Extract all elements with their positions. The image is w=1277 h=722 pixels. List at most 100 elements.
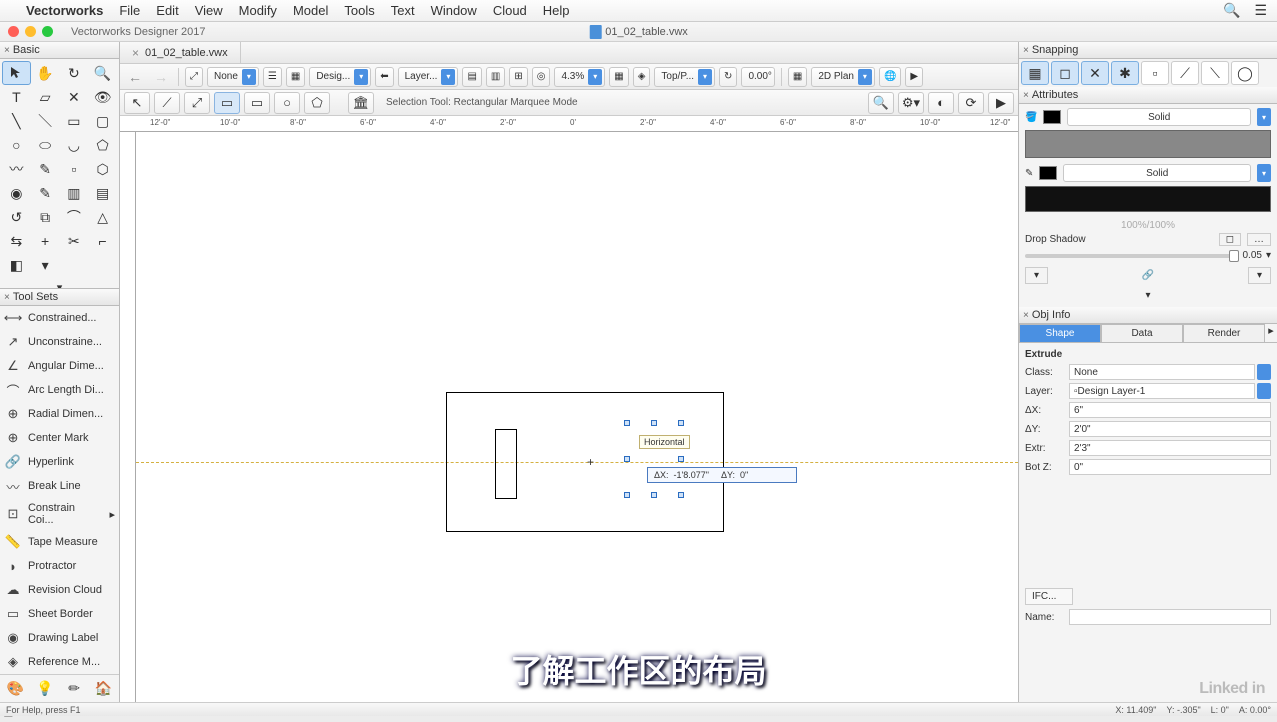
toolset-tape[interactable]: 📏Tape Measure xyxy=(0,530,119,554)
plane-button[interactable]: ◈ xyxy=(633,67,651,87)
settings-button[interactable]: ⚙▾ xyxy=(898,92,924,114)
toolset-tab-1[interactable]: 🎨 xyxy=(2,677,29,699)
extrude-tool[interactable]: ▤ xyxy=(88,181,117,205)
rotate-view-button[interactable]: ↻ xyxy=(719,67,737,87)
class-options-button[interactable]: ☰ xyxy=(263,67,282,87)
mode-7-button[interactable]: ⬠ xyxy=(304,92,330,114)
pref-2-button[interactable]: ⟳ xyxy=(958,92,984,114)
reshape-tool[interactable]: ▱ xyxy=(31,85,60,109)
fill-type-select[interactable]: Solid xyxy=(1067,108,1251,126)
marker-end-button[interactable]: ▾ xyxy=(1248,267,1271,284)
polygon-tool[interactable]: ⬠ xyxy=(88,133,117,157)
zoom-window-button[interactable] xyxy=(42,26,53,37)
mode-6-button[interactable]: ○ xyxy=(274,92,300,114)
mode-marquee-button[interactable]: ▭ xyxy=(214,92,240,114)
toolset-unconstrained[interactable]: ↗Unconstraine... xyxy=(0,330,119,354)
snap-intersect-button[interactable]: ✱ xyxy=(1111,61,1139,85)
chevron-down-icon[interactable]: ▾ xyxy=(1257,108,1271,126)
dx-field[interactable]: 6" xyxy=(1069,402,1271,418)
snap-distance-button[interactable]: ⟋ xyxy=(1171,61,1199,85)
menu-text[interactable]: Text xyxy=(391,3,415,18)
polyline-tool[interactable]: 〰 xyxy=(2,157,31,181)
menu-window[interactable]: Window xyxy=(431,3,477,18)
unified-view-button[interactable]: ▦ xyxy=(788,67,807,87)
toolset-breakline[interactable]: 〰Break Line xyxy=(0,474,119,498)
toolset-tab-3[interactable]: ✏ xyxy=(61,677,88,699)
sel-handle[interactable] xyxy=(678,492,684,498)
close-icon[interactable]: × xyxy=(1023,310,1029,321)
toolset-arclength[interactable]: ⌒Arc Length Di... xyxy=(0,378,119,402)
mode-2-button[interactable]: ⟋ xyxy=(154,92,180,114)
zoom-select[interactable]: 4.3%▾ xyxy=(554,67,605,87)
tab-close-icon[interactable]: × xyxy=(132,46,139,60)
saved-views-button[interactable]: ▤ xyxy=(462,67,481,87)
shadow-settings-button[interactable]: … xyxy=(1247,233,1271,246)
fillet-tool[interactable]: ⌒ xyxy=(60,205,89,229)
mode-3-button[interactable]: ⤢ xyxy=(184,92,210,114)
projection-select[interactable]: 2D Plan▾ xyxy=(811,67,875,87)
visibility-tool[interactable]: 👁 xyxy=(88,85,117,109)
wall-tool[interactable]: ▥ xyxy=(60,181,89,205)
toolset-constrained[interactable]: ⟷Constrained... xyxy=(0,306,119,330)
xray-button[interactable]: 🔍 xyxy=(868,92,894,114)
snap-angle-button[interactable]: ✕ xyxy=(1081,61,1109,85)
design-layer-select[interactable]: Desig...▾ xyxy=(309,67,371,87)
ifc-button[interactable]: IFC... xyxy=(1025,588,1073,605)
minimize-window-button[interactable] xyxy=(25,26,36,37)
zoom-in-button[interactable]: ▦ xyxy=(609,67,628,87)
link-icon[interactable]: 🔗 xyxy=(1054,270,1242,281)
snap-grid-button[interactable]: ▦ xyxy=(1021,61,1049,85)
close-icon[interactable]: × xyxy=(4,292,10,303)
spotlight-icon[interactable]: 🔍 xyxy=(1223,2,1240,19)
pref-3-button[interactable]: ▶ xyxy=(988,92,1014,114)
back-button[interactable]: ← xyxy=(124,69,146,85)
mode-wall-button[interactable]: 🏛 xyxy=(348,92,374,114)
chevron-down-icon[interactable] xyxy=(1257,364,1271,380)
fit-button[interactable]: ⤢ xyxy=(185,67,203,87)
chamfer-tool[interactable]: △ xyxy=(88,205,117,229)
tab-shape[interactable]: Shape xyxy=(1019,324,1101,342)
chevron-down-icon[interactable]: ▾ xyxy=(1266,250,1271,261)
fill-icon[interactable]: 🪣 xyxy=(1025,112,1037,123)
snap-object-button[interactable]: ◻ xyxy=(1051,61,1079,85)
forward-button[interactable]: → xyxy=(150,69,172,85)
app-name[interactable]: Vectorworks xyxy=(26,3,103,18)
shadow-toggle[interactable]: ◻ xyxy=(1219,233,1241,246)
attribute-tool[interactable]: ◧ xyxy=(2,253,31,277)
offset-tool[interactable]: ⇆ xyxy=(2,229,31,253)
sel-handle[interactable] xyxy=(624,492,630,498)
pen-color-swatch[interactable] xyxy=(1039,166,1057,180)
fill-color-swatch[interactable] xyxy=(1043,110,1061,124)
close-icon[interactable]: × xyxy=(1023,90,1029,101)
document-tab[interactable]: ×01_02_table.vwx xyxy=(120,42,241,63)
dy-field[interactable]: 2'0" xyxy=(1069,421,1271,437)
render-button[interactable]: 🌐 xyxy=(879,67,901,87)
layer-select[interactable]: Layer...▾ xyxy=(398,67,459,87)
scale-button[interactable]: ⊞ xyxy=(509,67,527,87)
close-icon[interactable]: × xyxy=(1023,45,1029,56)
arc-tool[interactable]: ◡ xyxy=(60,133,89,157)
mirror-tool[interactable]: ⧉ xyxy=(31,205,60,229)
toolset-revcloud[interactable]: ☁Revision Cloud xyxy=(0,578,119,602)
sel-handle[interactable] xyxy=(624,456,630,462)
menu-help[interactable]: Help xyxy=(543,3,570,18)
tab-render[interactable]: Render xyxy=(1183,324,1265,342)
sel-handle[interactable] xyxy=(651,420,657,426)
next-view-button[interactable]: ▶ xyxy=(905,67,923,87)
mode-5-button[interactable]: ▭ xyxy=(244,92,270,114)
circle-tool[interactable]: ○ xyxy=(2,133,31,157)
sel-handle[interactable] xyxy=(651,492,657,498)
marker-start-button[interactable]: ▾ xyxy=(1025,267,1048,284)
toolset-protractor[interactable]: ◗Protractor xyxy=(0,554,119,578)
freehand-tool[interactable]: ✎ xyxy=(31,157,60,181)
layer-field[interactable]: ▫ Design Layer-1 xyxy=(1069,383,1255,399)
pen-icon[interactable]: ✎ xyxy=(1025,168,1033,179)
menu-edit[interactable]: Edit xyxy=(156,3,178,18)
chevron-down-icon[interactable]: ▾ xyxy=(1257,164,1271,182)
toolset-tab-2[interactable]: 💡 xyxy=(31,677,58,699)
view-select[interactable]: Top/P...▾ xyxy=(654,67,715,87)
symbol-tool[interactable]: ▾ xyxy=(31,253,60,277)
menu-model[interactable]: Model xyxy=(293,3,328,18)
menu-modify[interactable]: Modify xyxy=(239,3,277,18)
botz-field[interactable]: 0" xyxy=(1069,459,1271,475)
